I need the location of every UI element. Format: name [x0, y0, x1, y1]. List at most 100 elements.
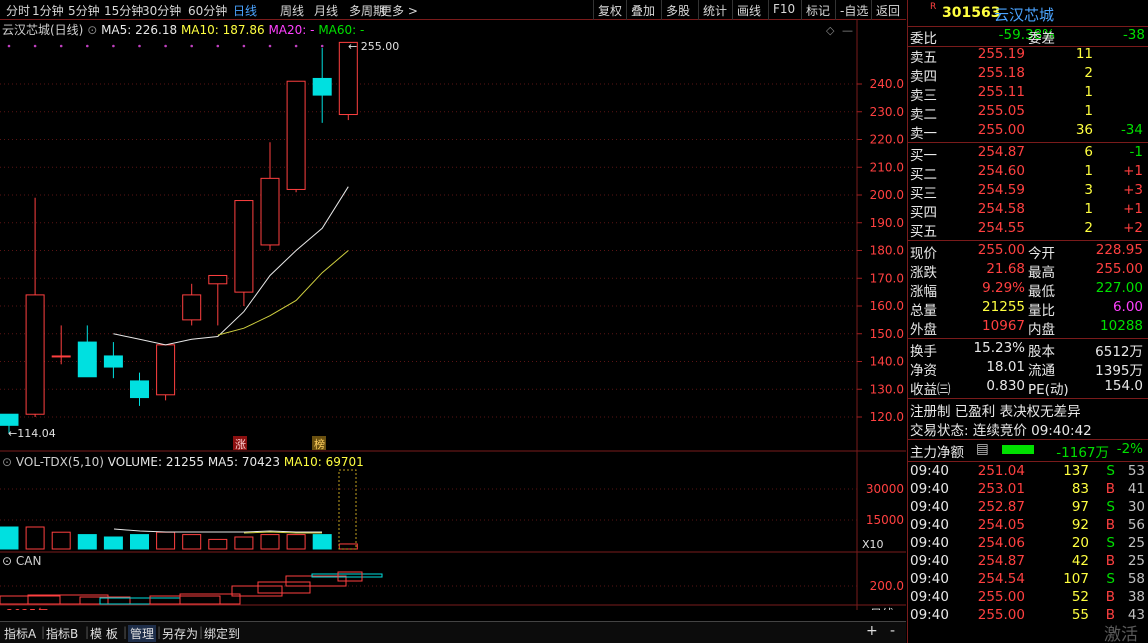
period-tab-3[interactable]: 15分钟: [104, 2, 143, 19]
ask-row-cell: -34: [1120, 122, 1143, 138]
tab-sep: |: [199, 625, 204, 639]
period-tab-8[interactable]: 月线: [314, 2, 338, 19]
price-tick: 240.0: [870, 77, 904, 91]
period-label[interactable]: 日线: [870, 607, 894, 610]
tick-row: 09:40 254.54 107 S 58: [908, 571, 1148, 590]
kline-chart[interactable]: 240.0 230.0 220.0 210.0 200.0 190.0 180.0 170.0…: [0, 20, 906, 610]
zoom-out-button[interactable]: -: [890, 623, 895, 639]
tab-sep: |: [123, 625, 128, 639]
tick-row: 09:40 254.06 20 S 25: [908, 535, 1148, 554]
quote-row-cell: 10967: [982, 318, 1025, 334]
order-ratio-row-cell: 委差: [1028, 31, 1055, 47]
tick-row: 09:40 253.01 83 B 41: [908, 481, 1148, 500]
tick-row-cell: 92: [1071, 517, 1089, 533]
period-tab-7[interactable]: 周线: [280, 2, 304, 19]
ask-row-cell: 255.11: [977, 84, 1025, 100]
ask-row-cell: 卖二: [910, 107, 937, 123]
divider: [908, 461, 1148, 462]
tick-row-cell: 09:40: [910, 607, 949, 623]
period-tab-10[interactable]: 更多 >: [380, 2, 418, 19]
volume-bar: [77, 534, 97, 550]
diamond-icon[interactable]: ◇: [826, 24, 835, 37]
activation-watermark: 激活: [1104, 625, 1138, 643]
ask-row-cell: 255.00: [977, 122, 1025, 138]
period-tab-4[interactable]: 30分钟: [142, 2, 181, 19]
trade-status-row-cell: 交易状态: 连续竞价 09:40:42: [910, 423, 1092, 439]
bid-row-cell: 2: [1084, 220, 1093, 236]
bottom-tab-4[interactable]: 另存为: [162, 625, 198, 642]
tick-row: 09:40 251.04 137 S 53: [908, 463, 1148, 482]
price-tick: 130.0: [870, 382, 904, 396]
tick-row-cell: S: [1106, 571, 1115, 587]
toolbar-action-6[interactable]: 标记: [806, 2, 830, 19]
ask-row-cell: 卖一: [910, 126, 937, 142]
tick-row-cell: 255.00: [977, 607, 1025, 623]
tick-row-cell: 38: [1127, 589, 1145, 605]
ask-row: 卖二 255.05 1: [908, 103, 1148, 123]
zoom-in-button[interactable]: +: [866, 623, 878, 639]
stock-code: 301563: [942, 5, 1001, 21]
toolbar-action-7[interactable]: -自选: [840, 2, 868, 19]
bid-row: 买四 254.58 1 +1: [908, 201, 1148, 221]
bid-row-cell: +1: [1123, 201, 1143, 217]
toolbar-action-4[interactable]: 画线: [737, 2, 761, 19]
tab-sep: |: [41, 625, 46, 639]
toolbar-action-0[interactable]: 复权: [598, 2, 622, 19]
price-tick: 180.0: [870, 244, 904, 258]
toolbar-sep: [835, 0, 836, 20]
bottom-tab-0[interactable]: 指标A: [4, 625, 36, 642]
divider: [908, 398, 1148, 399]
toolbar-action-2[interactable]: 多股: [666, 2, 690, 19]
ask-row-cell: 255.19: [977, 46, 1025, 62]
bid-row-cell: +2: [1123, 220, 1143, 236]
tick-row-cell: 254.06: [977, 535, 1025, 551]
bid-row-cell: +3: [1123, 182, 1143, 198]
tick-row-cell: S: [1106, 463, 1115, 479]
tick-row-cell: 09:40: [910, 589, 949, 605]
bottom-tab-5[interactable]: 绑定到: [204, 625, 240, 642]
tick-row-cell: 09:40: [910, 571, 949, 587]
quote-row-cell: 流通: [1028, 363, 1055, 379]
bottom-tab-2[interactable]: 模 板: [90, 625, 118, 642]
volume-bar: [234, 536, 254, 550]
ask-row-cell: 2: [1084, 65, 1093, 81]
price-tick: 170.0: [870, 271, 904, 285]
volume-bar: [312, 534, 332, 550]
volume-bar: [103, 536, 123, 550]
bid-row-cell: 6: [1084, 144, 1093, 160]
quote-row-cell: 现价: [910, 246, 937, 262]
toolbar-action-8[interactable]: 返回: [876, 2, 900, 19]
period-tab-2[interactable]: 5分钟: [68, 2, 100, 19]
bid-row: 买五 254.55 2 +2: [908, 220, 1148, 240]
bottom-tab-1[interactable]: 指标B: [46, 625, 78, 642]
can-tick: 200.0: [870, 579, 904, 593]
tick-row-cell: 58: [1127, 571, 1145, 587]
price-tick: 220.0: [870, 133, 904, 147]
bid-row-cell: 买一: [910, 148, 937, 164]
tick-row-cell: 25: [1127, 553, 1145, 569]
period-tab-6[interactable]: 日线: [233, 2, 257, 19]
limit-up-mark[interactable]: 涨: [235, 438, 246, 451]
quote-row-cell: 换手: [910, 344, 937, 360]
rank-mark[interactable]: 榜: [314, 437, 325, 451]
tick-row-cell: 09:40: [910, 553, 949, 569]
ask-row: 卖五 255.19 11: [908, 46, 1148, 66]
toolbar-action-3[interactable]: 统计: [703, 2, 727, 19]
ask-row: 卖三 255.11 1: [908, 84, 1148, 104]
bid-row: 买二 254.60 1 +1: [908, 163, 1148, 183]
toolbar-action-1[interactable]: 叠加: [631, 2, 655, 19]
period-tab-0[interactable]: 分时: [6, 2, 30, 19]
period-tab-5[interactable]: 60分钟: [188, 2, 227, 19]
bottom-tab-3[interactable]: 管理: [128, 625, 157, 642]
period-tab-1[interactable]: 1分钟: [32, 2, 64, 19]
minus-icon[interactable]: —: [842, 24, 853, 37]
bid-row-cell: 1: [1084, 201, 1093, 217]
toolbar-action-5[interactable]: F10: [773, 2, 795, 16]
volume-bar: [338, 543, 358, 550]
flow-bar: [1002, 445, 1034, 454]
stock-name[interactable]: 云汉芯城: [994, 4, 1054, 25]
ask-row-cell: 11: [1075, 46, 1093, 62]
tick-row-cell: 253.01: [977, 481, 1025, 497]
tick-row-cell: B: [1105, 553, 1115, 569]
quote-panel: R 301563 云汉芯城 委比 -59.38% 委差 -38 卖五 255.19 11 卖四 255…: [907, 0, 1148, 643]
